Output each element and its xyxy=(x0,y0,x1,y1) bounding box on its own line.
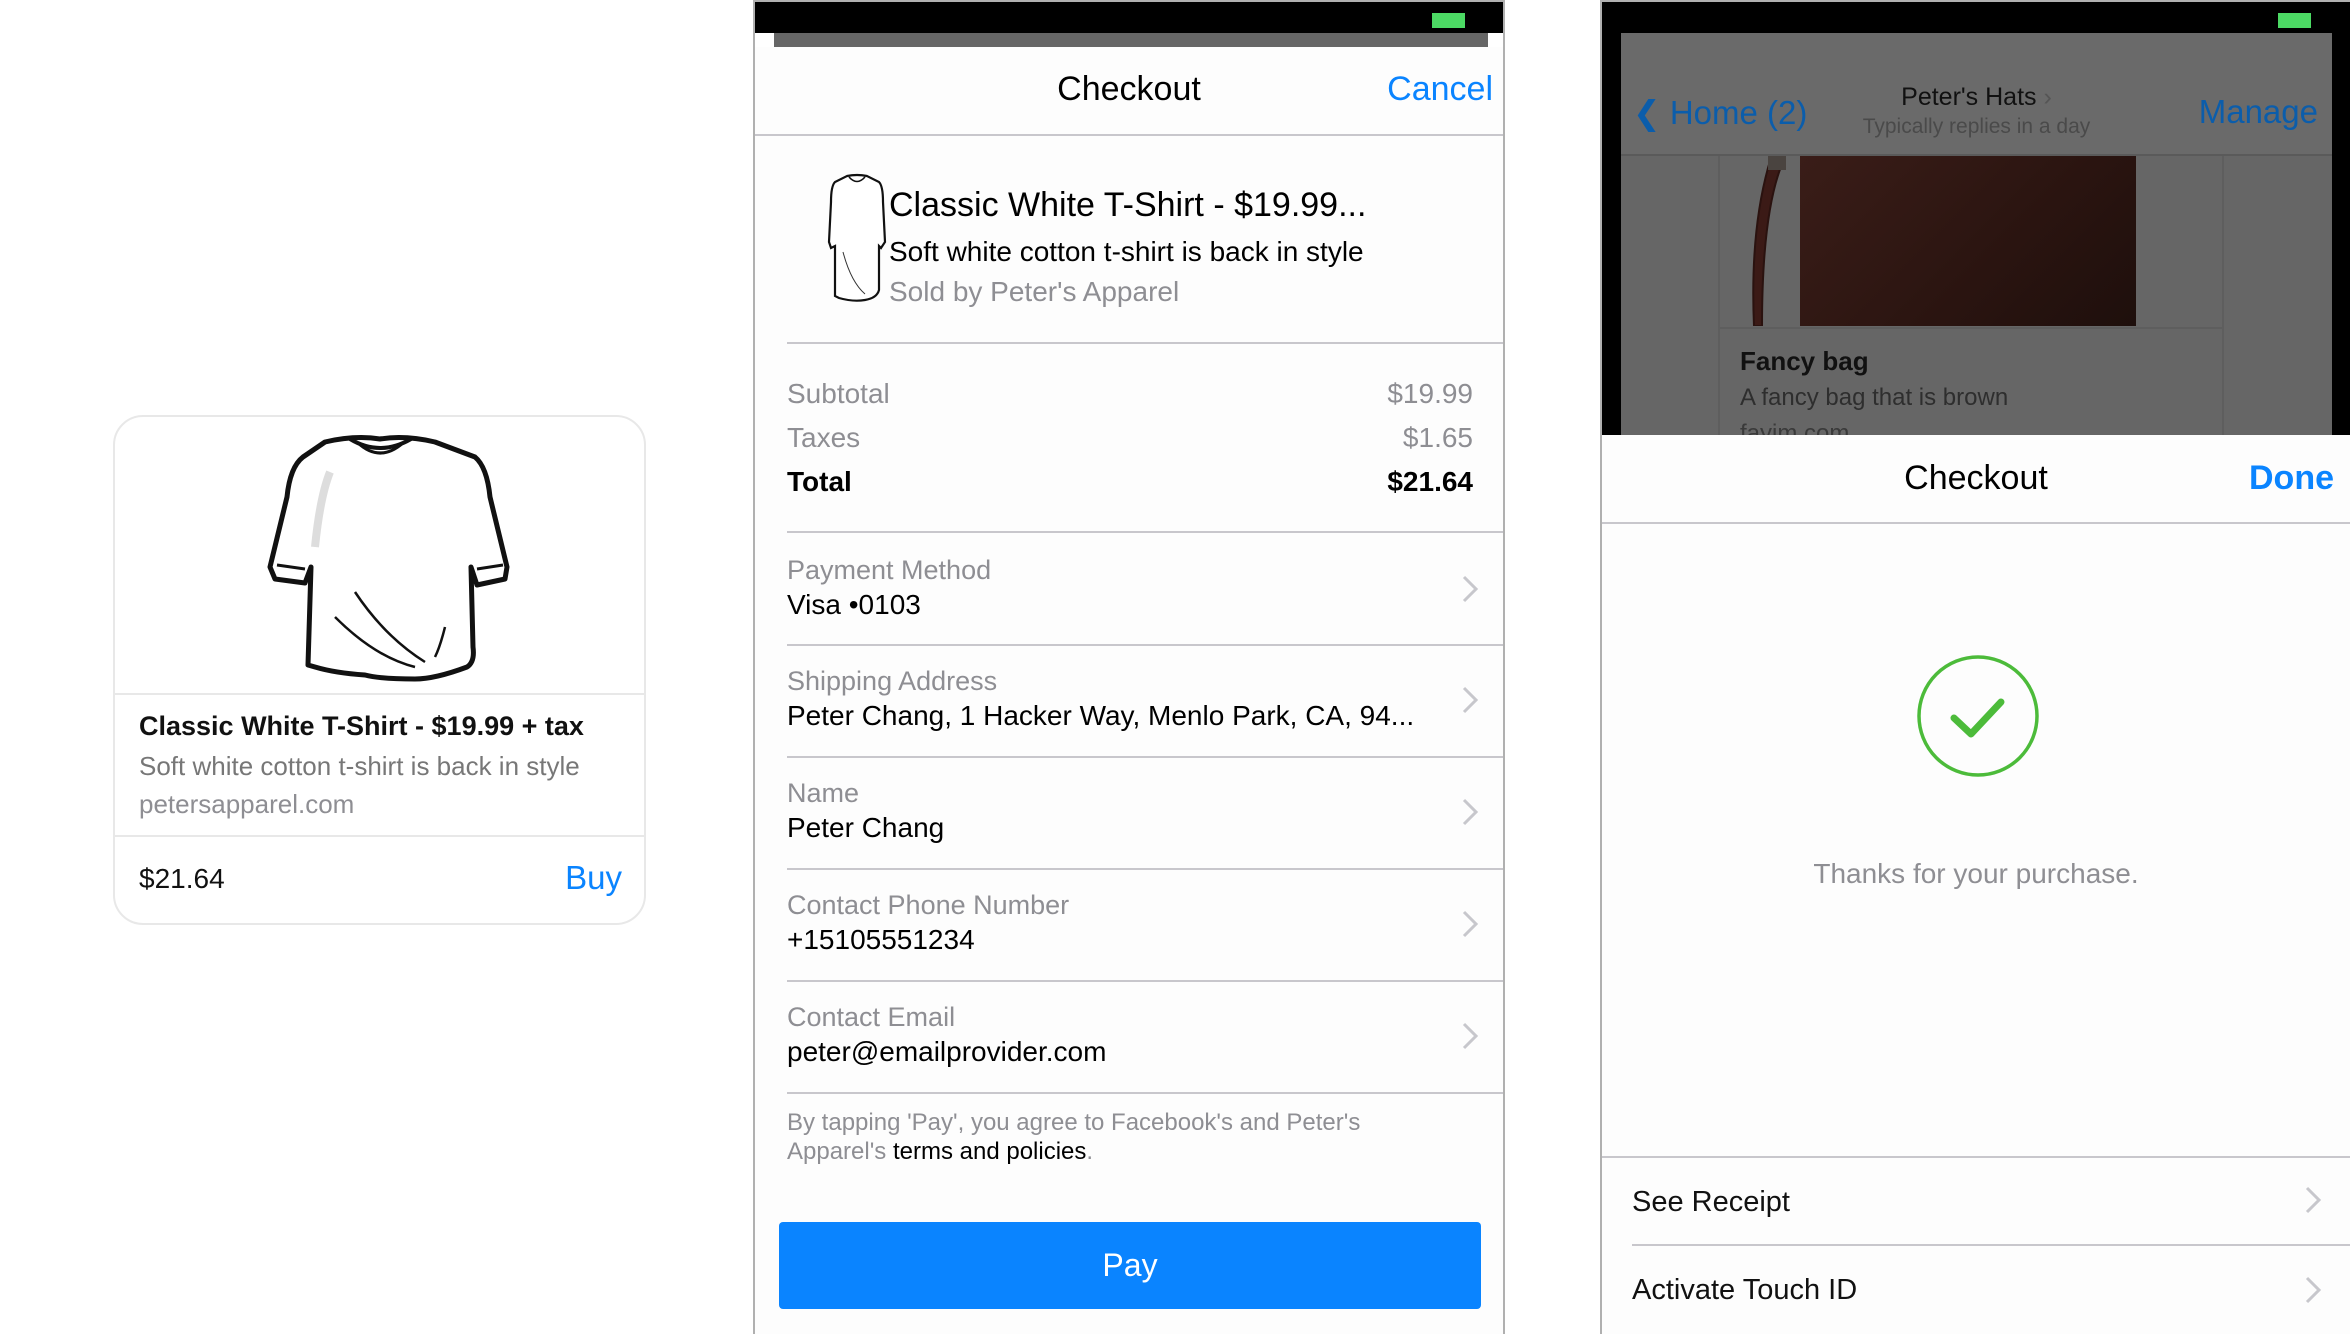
divider xyxy=(787,342,1503,344)
total-label: Total xyxy=(787,466,852,497)
success-check-icon xyxy=(1917,655,2039,777)
background-item-card: Fancy bag A fancy bag that is brown fayi… xyxy=(1718,154,2224,435)
header-divider xyxy=(1602,522,2350,524)
phone-number-value: +15105551234 xyxy=(787,924,975,955)
email-row[interactable]: Contact Email peter@emailprovider.com xyxy=(755,982,1503,1093)
chevron-right-icon: › xyxy=(2043,83,2052,111)
background-peek xyxy=(774,33,1488,47)
chevron-right-icon xyxy=(2305,1276,2322,1304)
thanks-message: Thanks for your purchase. xyxy=(1813,858,2139,889)
see-receipt-label: See Receipt xyxy=(1632,1186,1790,1218)
cancel-button[interactable]: Cancel xyxy=(1387,70,1493,109)
email-label: Contact Email xyxy=(787,1002,956,1032)
total-value: $21.64 xyxy=(1387,466,1473,497)
bag-image xyxy=(1800,154,2136,326)
terms-notice: By tapping 'Pay', you agree to Facebook'… xyxy=(787,1108,1447,1166)
background-item-description: A fancy bag that is brown xyxy=(1740,384,2009,411)
see-receipt-row[interactable]: See Receipt xyxy=(1602,1158,2350,1244)
payment-method-label: Payment Method xyxy=(787,555,992,585)
card-price: $21.64 xyxy=(139,863,225,894)
tshirt-thumbnail-icon xyxy=(827,173,887,302)
subtotal-label: Subtotal xyxy=(787,378,890,409)
done-button[interactable]: Done xyxy=(2249,459,2334,498)
divider xyxy=(787,1092,1503,1094)
divider xyxy=(1720,327,2222,329)
dimmed-conversation: Fancy bag A fancy bag that is brown fayi… xyxy=(1621,33,2332,435)
product-title: Classic White T-Shirt - $19.99... xyxy=(889,186,1367,224)
shipping-address-row[interactable]: Shipping Address Peter Chang, 1 Hacker W… xyxy=(755,646,1503,757)
name-label: Name xyxy=(787,778,860,808)
background-nav-bar: ❮ Home (2) Peter's Hats › Typically repl… xyxy=(1621,33,2332,156)
confirmation-screen: Fancy bag A fancy bag that is brown fayi… xyxy=(1600,0,2350,1334)
name-value: Peter Chang xyxy=(787,812,945,843)
chevron-right-icon xyxy=(2305,1186,2322,1214)
activate-touch-id-label: Activate Touch ID xyxy=(1632,1274,1858,1306)
chevron-right-icon xyxy=(1462,910,1479,938)
product-description: Soft white cotton t-shirt is back in sty… xyxy=(889,236,1364,267)
activate-touch-id-row[interactable]: Activate Touch ID xyxy=(1602,1246,2350,1334)
page-title-text: Peter's Hats xyxy=(1901,83,2037,111)
confirmation-title: Checkout xyxy=(1904,459,2048,497)
checkout-screen: Checkout Cancel Classic White T-Shirt - … xyxy=(753,0,1505,1334)
taxes-value: $1.65 xyxy=(1402,422,1473,453)
payment-method-value: Visa •0103 xyxy=(787,589,921,620)
tshirt-icon xyxy=(267,435,510,682)
shipping-address-label: Shipping Address xyxy=(787,666,998,696)
payment-method-row[interactable]: Payment Method Visa •0103 xyxy=(755,533,1503,644)
phone-number-row[interactable]: Contact Phone Number +15105551234 xyxy=(755,870,1503,981)
shipping-address-value: Peter Chang, 1 Hacker Way, Menlo Park, C… xyxy=(787,700,1415,731)
name-row[interactable]: Name Peter Chang xyxy=(755,758,1503,869)
status-bar xyxy=(755,0,1503,33)
card-divider xyxy=(115,693,644,695)
buy-button[interactable]: Buy xyxy=(565,859,622,897)
card-url: petersapparel.com xyxy=(139,789,355,819)
terms-link[interactable]: terms and policies xyxy=(893,1138,1086,1165)
header-divider xyxy=(755,134,1503,136)
tshirt-image xyxy=(115,417,644,693)
background-item-title: Fancy bag xyxy=(1740,346,1869,376)
chevron-right-icon xyxy=(1462,798,1479,826)
background-item-url: fayim.com xyxy=(1740,420,1850,435)
chevron-right-icon xyxy=(1462,686,1479,714)
phone-number-label: Contact Phone Number xyxy=(787,890,1070,920)
terms-suffix: . xyxy=(1086,1138,1094,1165)
pay-button[interactable]: Pay xyxy=(779,1222,1481,1309)
battery-icon xyxy=(2278,13,2311,28)
product-seller: Sold by Peter's Apparel xyxy=(889,276,1180,307)
bag-strap-icon xyxy=(1752,154,1786,326)
battery-icon xyxy=(1432,13,1465,28)
card-divider xyxy=(115,835,644,837)
card-description: Soft white cotton t-shirt is back in sty… xyxy=(139,751,580,781)
product-card: Classic White T-Shirt - $19.99 + tax Sof… xyxy=(113,415,646,925)
chevron-right-icon xyxy=(1462,575,1479,603)
card-title: Classic White T-Shirt - $19.99 + tax xyxy=(139,711,584,741)
taxes-label: Taxes xyxy=(787,422,861,453)
chevron-right-icon xyxy=(1462,1022,1479,1050)
email-value: peter@emailprovider.com xyxy=(787,1036,1107,1067)
manage-button[interactable]: Manage xyxy=(2199,93,2318,131)
subtotal-value: $19.99 xyxy=(1387,378,1473,409)
